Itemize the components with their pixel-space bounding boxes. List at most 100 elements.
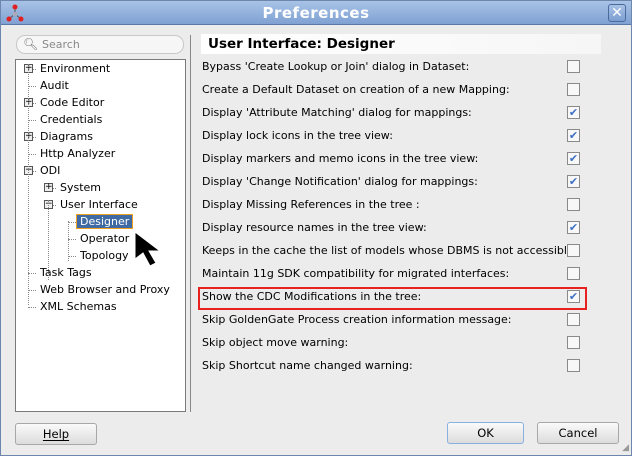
tree-item-label: Diagrams — [40, 130, 93, 143]
tree-item-label: Code Editor — [40, 96, 105, 109]
tree-connector — [28, 290, 36, 291]
search-input[interactable]: 🔍︎ Search — [16, 35, 184, 54]
option-row: Maintain 11g SDK compatibility for migra… — [202, 265, 592, 283]
option-label: Keeps in the cache the list of models wh… — [202, 244, 578, 257]
tree-item-label: Operator — [80, 232, 130, 245]
window-title: Preferences — [262, 4, 370, 22]
option-label: Create a Default Dataset on creation of … — [202, 83, 510, 96]
tree-connector — [28, 86, 36, 87]
splitter[interactable] — [190, 35, 191, 412]
option-label: Maintain 11g SDK compatibility for migra… — [202, 267, 510, 280]
close-icon: ✕ — [611, 5, 623, 21]
checkmark-icon: ✔ — [568, 106, 579, 119]
option-row: Display markers and memo icons in the tr… — [202, 150, 592, 168]
tree-item-label: Audit — [40, 79, 69, 92]
cancel-button[interactable]: Cancel — [537, 422, 619, 444]
tree-item-operator[interactable]: Operator — [80, 231, 129, 247]
tree-item-environment[interactable]: Environment — [40, 61, 110, 77]
option-row: Keeps in the cache the list of models wh… — [202, 242, 592, 260]
option-checkbox[interactable]: ✔ — [567, 152, 580, 165]
option-checkbox[interactable]: ✔ — [567, 221, 580, 234]
search-icon: 🔍︎ — [23, 37, 39, 51]
option-label: Display resource names in the tree view: — [202, 221, 427, 234]
tree-item-system[interactable]: System — [60, 180, 101, 196]
option-label: Bypass 'Create Lookup or Join' dialog in… — [202, 60, 470, 73]
resize-grip-icon[interactable]: ◢ — [622, 443, 629, 453]
tree-item-label: Environment — [40, 62, 111, 75]
option-checkbox[interactable] — [567, 313, 580, 326]
tree-item-web-browser-and-proxy[interactable]: Web Browser and Proxy — [40, 282, 170, 298]
option-row: Skip Shortcut name changed warning: — [202, 357, 592, 375]
tree-connector — [68, 256, 76, 257]
tree-item-xml-schemas[interactable]: XML Schemas — [40, 299, 117, 315]
tree-item-topology[interactable]: Topology — [80, 248, 129, 264]
option-label: Skip object move warning: — [202, 336, 349, 349]
option-label: Display Missing References in the tree : — [202, 198, 420, 211]
option-checkbox[interactable]: ✔ — [567, 106, 580, 119]
option-label: Display markers and memo icons in the tr… — [202, 152, 479, 165]
option-checkbox[interactable] — [567, 60, 580, 73]
option-label: Skip Shortcut name changed warning: — [202, 359, 413, 372]
option-row: Display 'Attribute Matching' dialog for … — [202, 104, 592, 122]
option-row: Skip GoldenGate Process creation informa… — [202, 311, 592, 329]
tree-connector — [68, 222, 76, 223]
option-label: Display 'Attribute Matching' dialog for … — [202, 106, 472, 119]
checkmark-icon: ✔ — [568, 129, 579, 142]
checkmark-icon: ✔ — [568, 221, 579, 234]
option-checkbox[interactable] — [567, 359, 580, 372]
panel-title: User Interface: Designer — [201, 34, 601, 54]
tree-connector — [68, 221, 69, 261]
tree-connector — [28, 154, 36, 155]
tree-item-http-analyzer[interactable]: Http Analyzer — [40, 146, 115, 162]
option-checkbox[interactable] — [567, 83, 580, 96]
tree-item-label: ODI — [40, 164, 61, 177]
tree-item-label: Http Analyzer — [40, 147, 116, 160]
preferences-dialog: Preferences ✕ 🔍︎ Search Environment + Audi… — [0, 0, 632, 456]
option-row: Bypass 'Create Lookup or Join' dialog in… — [202, 58, 592, 76]
tree-item-diagrams[interactable]: Diagrams — [40, 129, 93, 145]
option-label: Skip GoldenGate Process creation informa… — [202, 313, 512, 326]
tree-item-code-editor[interactable]: Code Editor — [40, 95, 104, 111]
highlight-box — [198, 287, 587, 310]
option-label: Display lock icons in the tree view: — [202, 129, 393, 142]
option-row: Display lock icons in the tree view: ✔ — [202, 127, 592, 145]
tree-item-audit[interactable]: Audit — [40, 78, 69, 94]
option-checkbox[interactable] — [567, 198, 580, 211]
ok-label: OK — [477, 426, 494, 440]
tree-item-label: XML Schemas — [40, 300, 117, 313]
tree-item-credentials[interactable]: Credentials — [40, 112, 102, 128]
title-bar[interactable]: Preferences ✕ — [1, 1, 631, 25]
tree-connector — [28, 273, 36, 274]
tree-connector — [68, 239, 76, 240]
tree-connector — [28, 307, 36, 308]
option-checkbox[interactable] — [567, 267, 580, 280]
option-checkbox[interactable] — [567, 244, 580, 257]
tree-item-designer[interactable]: Designer — [75, 214, 134, 230]
option-row: Create a Default Dataset on creation of … — [202, 81, 592, 99]
option-row: Display resource names in the tree view:… — [202, 219, 592, 237]
expand-icon[interactable]: + — [44, 183, 53, 192]
checkmark-icon: ✔ — [568, 175, 579, 188]
tree-item-label: Credentials — [40, 113, 103, 126]
tree-item-odi[interactable]: ODI — [40, 163, 60, 179]
search-placeholder: Search — [42, 38, 80, 51]
help-label: Help — [42, 427, 70, 441]
help-button[interactable]: Help — [15, 423, 97, 445]
close-button[interactable]: ✕ — [608, 4, 626, 22]
option-checkbox[interactable]: ✔ — [567, 175, 580, 188]
option-checkbox[interactable]: ✔ — [567, 129, 580, 142]
tree-item-label: System — [60, 181, 102, 194]
tree-item-label: Web Browser and Proxy — [40, 283, 170, 296]
mouse-cursor-icon — [134, 231, 162, 267]
ok-button[interactable]: OK — [447, 422, 524, 444]
option-checkbox[interactable] — [567, 336, 580, 349]
tree-item-label: Topology — [80, 249, 129, 262]
option-label: Display 'Change Notification' dialog for… — [202, 175, 478, 188]
tree-item-label: User Interface — [60, 198, 138, 211]
option-row: Display Missing References in the tree : — [202, 196, 592, 214]
checkmark-icon: ✔ — [568, 152, 579, 165]
tree-connector — [28, 120, 36, 121]
tree-connector — [48, 200, 49, 280]
tree-item-user-interface[interactable]: User Interface — [60, 197, 138, 213]
option-row: Display 'Change Notification' dialog for… — [202, 173, 592, 191]
